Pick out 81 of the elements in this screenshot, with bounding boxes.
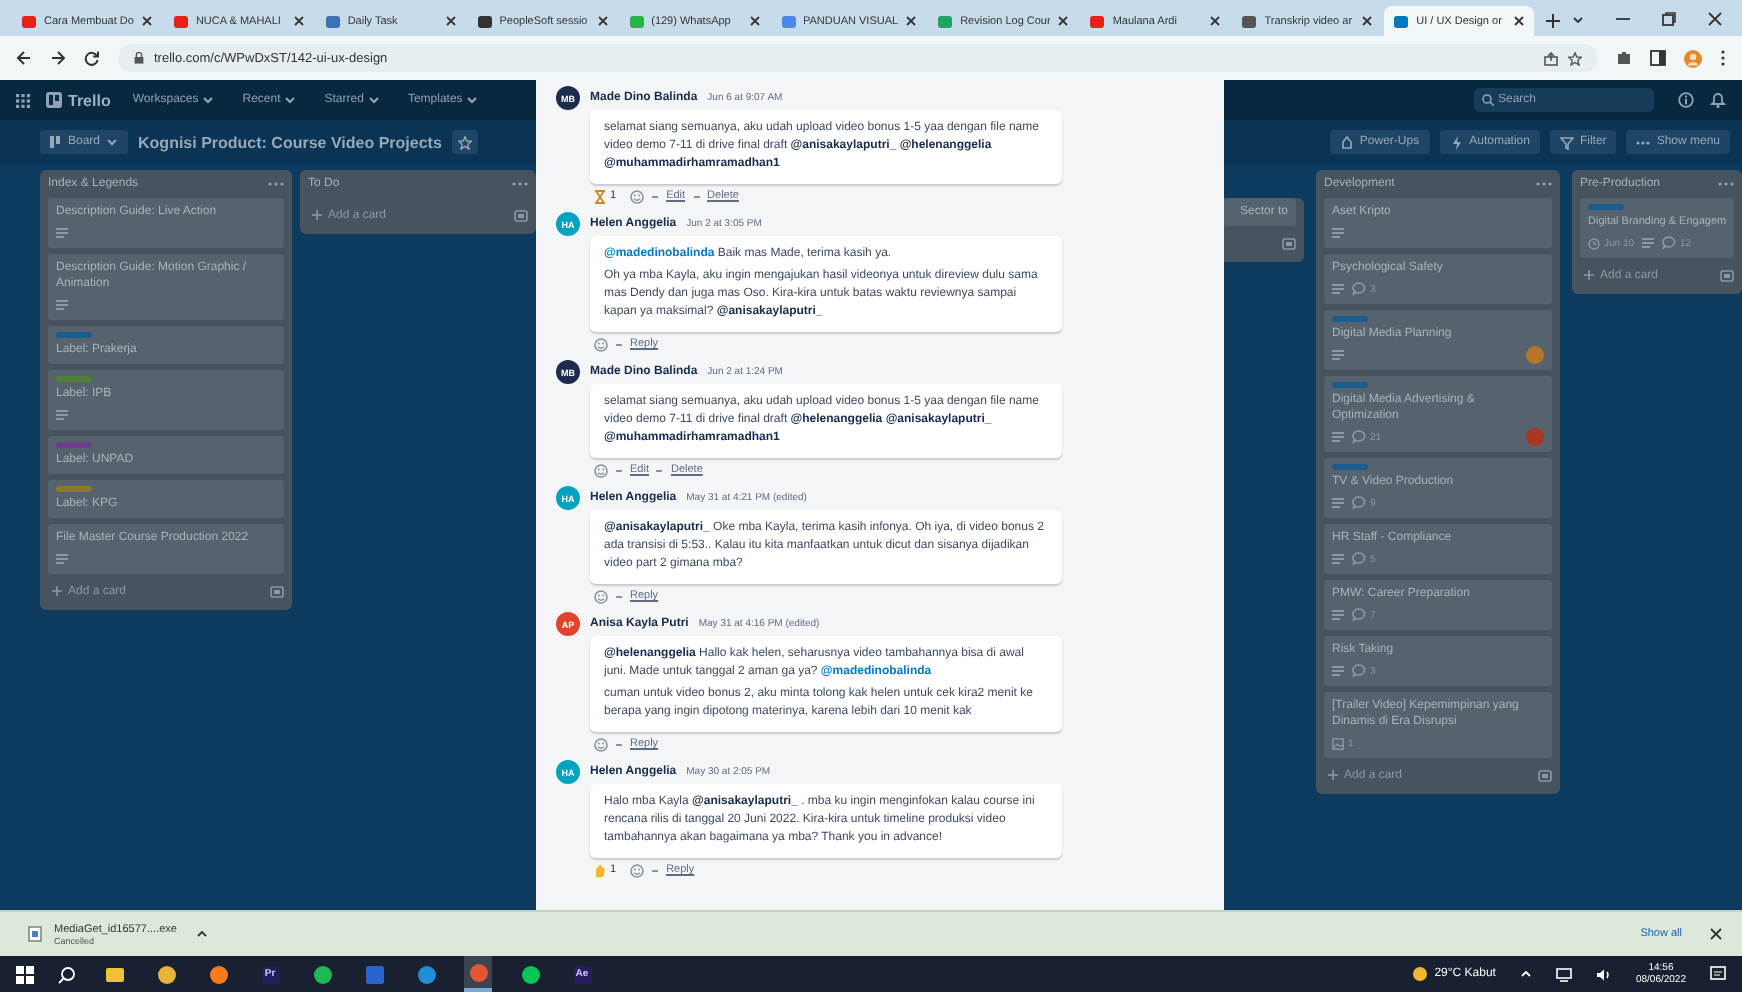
- close-icon[interactable]: [445, 16, 456, 26]
- chevron-down-icon: [202, 94, 215, 106]
- new-tab-icon[interactable]: [1546, 14, 1560, 28]
- taskbar-app[interactable]: [464, 956, 492, 992]
- template-icon[interactable]: [270, 585, 284, 597]
- more-icon[interactable]: [1718, 180, 1734, 188]
- close-icon[interactable]: [1362, 16, 1373, 26]
- add-reaction-icon[interactable]: [630, 189, 645, 203]
- star-icon: [457, 135, 472, 149]
- trello-logo[interactable]: Trello: [46, 91, 111, 109]
- close-icon[interactable]: [906, 16, 917, 26]
- star-icon[interactable]: [1568, 51, 1582, 65]
- template-icon[interactable]: [514, 209, 528, 221]
- bell-icon[interactable]: [1710, 92, 1726, 108]
- add-reaction-icon[interactable]: [594, 337, 608, 351]
- hand-icon: [594, 863, 606, 877]
- file-icon: [28, 926, 42, 942]
- search-icon[interactable]: [58, 965, 76, 983]
- extensions-icon[interactable]: [1616, 50, 1632, 66]
- comment-icon: [1352, 282, 1366, 296]
- add-reaction-icon[interactable]: [594, 737, 608, 751]
- star-button[interactable]: [451, 130, 478, 154]
- close-icon[interactable]: [597, 16, 608, 26]
- more-icon[interactable]: [512, 180, 528, 188]
- image-icon: [1332, 737, 1344, 749]
- comment-icon: [1352, 496, 1366, 510]
- board-icon: [46, 92, 62, 108]
- comment-icon: [1352, 664, 1366, 678]
- more-icon[interactable]: [1536, 180, 1552, 188]
- plus-icon: [1328, 770, 1338, 780]
- chevron-up-icon[interactable]: [196, 928, 209, 940]
- speaker-icon[interactable]: [1595, 967, 1612, 981]
- chevron-down-icon: [284, 94, 297, 106]
- notification-icon[interactable]: [1710, 966, 1726, 982]
- close-icon[interactable]: [1514, 16, 1524, 26]
- plus-icon: [52, 586, 62, 596]
- comment-icon: [1352, 430, 1366, 444]
- lock-icon: [134, 52, 144, 64]
- add-reaction-icon[interactable]: [630, 863, 645, 877]
- info-icon[interactable]: [1678, 92, 1694, 108]
- comment-icon: [1352, 608, 1366, 622]
- add-reaction-icon[interactable]: [594, 589, 608, 603]
- windows-icon[interactable]: [16, 965, 34, 983]
- filter-icon: [1559, 135, 1574, 149]
- hourglass-icon: [594, 189, 606, 203]
- chevron-down-icon[interactable]: [1572, 13, 1584, 25]
- close-icon[interactable]: [293, 16, 304, 26]
- comment-icon: [1662, 236, 1677, 250]
- apps-grid-icon[interactable]: [16, 93, 30, 107]
- plus-icon: [312, 210, 322, 220]
- template-icon[interactable]: [1282, 237, 1296, 249]
- forward-icon[interactable]: [50, 50, 66, 66]
- add-reaction-icon[interactable]: [594, 463, 608, 477]
- template-icon[interactable]: [1720, 269, 1734, 281]
- close-icon[interactable]: [1058, 16, 1069, 26]
- search-icon: [1482, 94, 1494, 106]
- plus-icon: [1584, 270, 1594, 280]
- sidebar-icon[interactable]: [1650, 50, 1666, 66]
- bar-chart-icon: [50, 136, 62, 148]
- board-title[interactable]: Kognisi Product: Course Video Projects: [138, 133, 442, 151]
- reload-icon[interactable]: [84, 50, 100, 66]
- minimize-icon[interactable]: [1616, 12, 1630, 26]
- chevron-down-icon: [466, 94, 479, 106]
- close-icon[interactable]: [141, 16, 152, 26]
- clock-icon: [1588, 237, 1600, 249]
- close-icon[interactable]: [1708, 12, 1722, 26]
- more-icon[interactable]: [268, 180, 284, 188]
- menu-icon[interactable]: [1720, 50, 1726, 66]
- comment-icon: [1352, 552, 1366, 566]
- close-icon[interactable]: [1710, 928, 1722, 940]
- close-icon[interactable]: [749, 16, 759, 26]
- chevron-down-icon: [367, 94, 380, 106]
- share-icon[interactable]: [1544, 51, 1558, 65]
- lightning-icon: [1449, 135, 1464, 149]
- close-icon[interactable]: [1210, 16, 1221, 26]
- network-icon[interactable]: [1555, 967, 1572, 981]
- chevron-down-icon: [106, 136, 119, 148]
- back-icon[interactable]: [16, 50, 32, 66]
- sun-icon: [1412, 966, 1429, 982]
- restore-icon[interactable]: [1662, 12, 1676, 26]
- template-icon[interactable]: [1538, 769, 1552, 781]
